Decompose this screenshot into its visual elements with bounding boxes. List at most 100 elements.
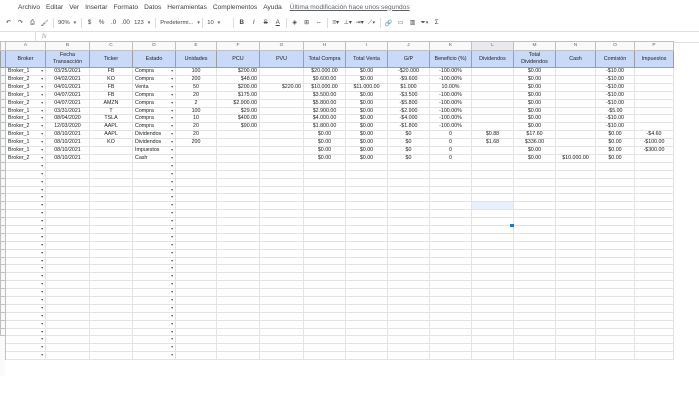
cell[interactable]: [555, 74, 596, 84]
header-cell[interactable]: Impuestos: [634, 50, 674, 68]
cell[interactable]: ▾: [132, 161, 176, 171]
cell[interactable]: [555, 232, 596, 242]
cell[interactable]: [555, 327, 596, 337]
cell[interactable]: [45, 177, 90, 187]
column-header[interactable]: M: [513, 41, 556, 51]
cell[interactable]: ▾: [5, 177, 46, 187]
cell[interactable]: [513, 343, 556, 353]
cell[interactable]: [303, 177, 346, 187]
cell[interactable]: [634, 343, 674, 353]
cell[interactable]: [45, 264, 90, 274]
cell[interactable]: [175, 169, 217, 179]
column-header[interactable]: K: [429, 41, 472, 51]
cell[interactable]: $0: [387, 130, 430, 140]
cell[interactable]: [429, 232, 472, 242]
cell[interactable]: [345, 351, 388, 361]
dropdown-caret-icon[interactable]: ▾: [41, 76, 43, 82]
cell[interactable]: [387, 264, 430, 274]
cell[interactable]: [471, 240, 514, 250]
insert-chart-icon[interactable]: ▥: [407, 17, 418, 29]
cell[interactable]: [259, 153, 304, 163]
cell[interactable]: Broker_2 ▾: [5, 98, 46, 108]
text-rotation-icon[interactable]: ⟋▾: [366, 17, 377, 29]
cell[interactable]: [387, 288, 430, 298]
dropdown-caret-icon[interactable]: ▾: [41, 187, 43, 193]
cell[interactable]: [555, 296, 596, 305]
cell[interactable]: [429, 335, 472, 345]
cell[interactable]: [513, 201, 556, 211]
cell[interactable]: $0.00: [513, 146, 556, 155]
column-header[interactable]: I: [345, 41, 388, 51]
cell[interactable]: 200: [175, 74, 217, 84]
cell[interactable]: [471, 288, 514, 298]
cell[interactable]: [175, 193, 217, 203]
cell[interactable]: [89, 264, 133, 274]
font-size-select[interactable]: 10 ▼: [205, 17, 231, 29]
cell[interactable]: [303, 319, 346, 329]
cell[interactable]: $0: [387, 146, 430, 155]
cell[interactable]: [259, 217, 304, 226]
dropdown-caret-icon[interactable]: ▾: [41, 148, 43, 154]
cell[interactable]: 08/10/2021: [45, 138, 90, 148]
cell[interactable]: [555, 217, 596, 226]
dropdown-caret-icon[interactable]: ▾: [171, 155, 173, 161]
cell[interactable]: [45, 217, 90, 226]
cell[interactable]: ▾: [132, 256, 176, 266]
cell[interactable]: 08/10/2021: [45, 153, 90, 163]
cell[interactable]: $0.00: [513, 67, 556, 76]
cell[interactable]: [345, 256, 388, 266]
cell[interactable]: [345, 343, 388, 353]
cell[interactable]: [471, 122, 514, 132]
cell[interactable]: [45, 311, 90, 321]
redo-icon[interactable]: ↷: [15, 17, 26, 29]
cell[interactable]: [216, 201, 260, 211]
cell[interactable]: [216, 177, 260, 187]
cell[interactable]: $175.00: [216, 90, 260, 100]
cell[interactable]: [555, 311, 596, 321]
cell[interactable]: [345, 217, 388, 226]
cell[interactable]: ▾: [5, 296, 46, 305]
dropdown-caret-icon[interactable]: ▾: [171, 195, 173, 201]
cell[interactable]: ▾: [132, 177, 176, 187]
cell[interactable]: [555, 264, 596, 274]
dropdown-caret-icon[interactable]: ▾: [171, 329, 173, 335]
cell[interactable]: [387, 311, 430, 321]
cell[interactable]: $9.600.00: [303, 74, 346, 84]
cell[interactable]: [429, 264, 472, 274]
cell[interactable]: [216, 161, 260, 171]
cell[interactable]: [513, 248, 556, 258]
cell[interactable]: [595, 296, 635, 305]
cell[interactable]: [634, 74, 674, 84]
cell[interactable]: [471, 217, 514, 226]
cell[interactable]: [513, 335, 556, 345]
cell[interactable]: [45, 335, 90, 345]
cell[interactable]: ▾: [5, 335, 46, 345]
column-header[interactable]: F: [216, 41, 260, 51]
dropdown-caret-icon[interactable]: ▾: [41, 298, 43, 304]
cell[interactable]: [595, 256, 635, 266]
menu-complementos[interactable]: Complementos: [213, 4, 257, 11]
cell[interactable]: [345, 327, 388, 337]
cell[interactable]: [634, 169, 674, 179]
cell[interactable]: [175, 335, 217, 345]
cell[interactable]: [345, 169, 388, 179]
cell[interactable]: [216, 169, 260, 179]
font-select[interactable]: Predetermi... ▼: [158, 17, 201, 29]
cell[interactable]: [45, 169, 90, 179]
cell[interactable]: [259, 146, 304, 155]
cell[interactable]: $336.00: [513, 138, 556, 148]
cell[interactable]: [259, 161, 304, 171]
cell[interactable]: [175, 161, 217, 171]
dropdown-caret-icon[interactable]: ▾: [171, 353, 173, 359]
dropdown-caret-icon[interactable]: ▾: [171, 203, 173, 209]
cell[interactable]: [471, 114, 514, 124]
cell[interactable]: [303, 272, 346, 282]
cell[interactable]: [45, 280, 90, 290]
cell[interactable]: $200.00: [216, 82, 260, 92]
cell[interactable]: [175, 201, 217, 211]
cell[interactable]: [259, 114, 304, 124]
cell[interactable]: [555, 225, 596, 234]
dropdown-caret-icon[interactable]: ▾: [41, 116, 43, 122]
cell[interactable]: [471, 248, 514, 258]
cell[interactable]: Compra ▾: [132, 122, 176, 132]
